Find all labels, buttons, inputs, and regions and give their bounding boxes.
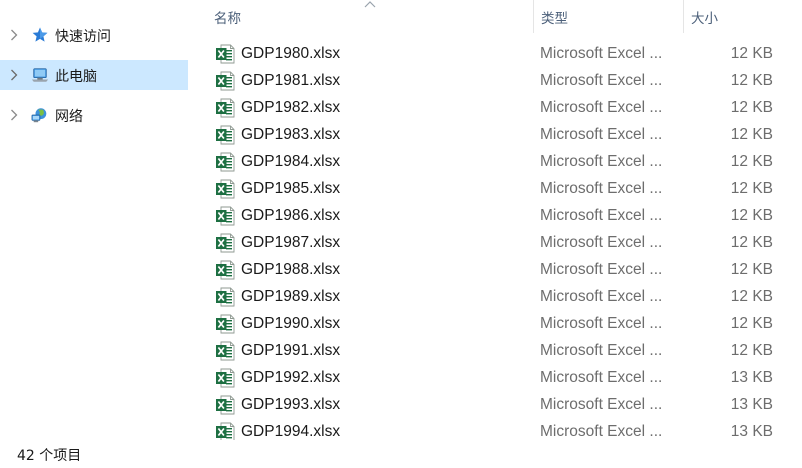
- chevron-right-icon[interactable]: [8, 68, 20, 82]
- chevron-right-icon[interactable]: [8, 108, 20, 122]
- file-type: Microsoft Excel ...: [540, 45, 663, 62]
- excel-file-icon: [216, 179, 235, 199]
- item-count: 42 个项目: [17, 448, 82, 464]
- file-size: 12 KB: [730, 315, 773, 332]
- file-name: GDP1983.xlsx: [241, 126, 341, 143]
- file-size: 12 KB: [730, 99, 773, 116]
- column-header-label: 大小: [691, 10, 718, 27]
- file-row[interactable]: GDP1986.xlsx Microsoft Excel ... 12 KB: [190, 203, 790, 230]
- file-name: GDP1982.xlsx: [241, 99, 341, 116]
- file-type: Microsoft Excel ...: [540, 315, 663, 332]
- file-name: GDP1990.xlsx: [241, 315, 341, 332]
- file-name: GDP1989.xlsx: [241, 288, 341, 305]
- file-name: GDP1988.xlsx: [241, 261, 341, 278]
- chevron-right-icon[interactable]: [8, 28, 20, 42]
- file-row[interactable]: GDP1980.xlsx Microsoft Excel ... 12 KB: [190, 41, 790, 68]
- column-header-label: 名称: [214, 10, 241, 27]
- file-size: 13 KB: [730, 423, 773, 440]
- file-size: 12 KB: [730, 153, 773, 170]
- file-name: GDP1980.xlsx: [241, 45, 341, 62]
- file-type: Microsoft Excel ...: [540, 99, 663, 116]
- file-size: 12 KB: [730, 45, 773, 62]
- file-size: 13 KB: [730, 369, 773, 386]
- file-name: GDP1993.xlsx: [241, 396, 341, 413]
- file-row[interactable]: GDP1990.xlsx Microsoft Excel ... 12 KB: [190, 311, 790, 338]
- excel-file-icon: [216, 422, 235, 440]
- file-row[interactable]: GDP1982.xlsx Microsoft Excel ... 12 KB: [190, 95, 790, 122]
- file-row[interactable]: GDP1983.xlsx Microsoft Excel ... 12 KB: [190, 122, 790, 149]
- status-bar: 42 个项目: [0, 440, 802, 468]
- file-row[interactable]: GDP1989.xlsx Microsoft Excel ... 12 KB: [190, 284, 790, 311]
- file-row[interactable]: GDP1991.xlsx Microsoft Excel ... 12 KB: [190, 338, 790, 365]
- file-row[interactable]: GDP1992.xlsx Microsoft Excel ... 13 KB: [190, 365, 790, 392]
- file-size: 12 KB: [730, 342, 773, 359]
- navigation-pane: 快速访问 此电脑 网络: [0, 0, 190, 440]
- file-row[interactable]: GDP1984.xlsx Microsoft Excel ... 12 KB: [190, 149, 790, 176]
- file-type: Microsoft Excel ...: [540, 180, 663, 197]
- file-type: Microsoft Excel ...: [540, 396, 663, 413]
- file-list: 名称 类型 大小 GDP1980.xlsx Microsoft Excel ..…: [190, 0, 802, 440]
- network-icon: [31, 106, 49, 124]
- column-header-type[interactable]: 类型: [533, 0, 683, 33]
- file-row[interactable]: GDP1985.xlsx Microsoft Excel ... 12 KB: [190, 176, 790, 203]
- excel-file-icon: [216, 260, 235, 280]
- file-size: 12 KB: [730, 261, 773, 278]
- file-row[interactable]: GDP1981.xlsx Microsoft Excel ... 12 KB: [190, 68, 790, 95]
- excel-file-icon: [216, 341, 235, 361]
- file-type: Microsoft Excel ...: [540, 423, 663, 440]
- nav-item-quick-access[interactable]: 快速访问: [0, 20, 188, 50]
- file-type: Microsoft Excel ...: [540, 153, 663, 170]
- nav-item-network[interactable]: 网络: [0, 100, 188, 130]
- file-type: Microsoft Excel ...: [540, 261, 663, 278]
- file-name: GDP1991.xlsx: [241, 342, 341, 359]
- excel-file-icon: [216, 125, 235, 145]
- file-type: Microsoft Excel ...: [540, 369, 663, 386]
- file-name: GDP1992.xlsx: [241, 369, 341, 386]
- nav-label: 此电脑: [55, 69, 97, 85]
- excel-file-icon: [216, 233, 235, 253]
- file-size: 12 KB: [730, 234, 773, 251]
- file-row[interactable]: GDP1987.xlsx Microsoft Excel ... 12 KB: [190, 230, 790, 257]
- file-size: 12 KB: [730, 126, 773, 143]
- sort-ascending-icon: [364, 1, 376, 8]
- excel-file-icon: [216, 152, 235, 172]
- excel-file-icon: [216, 368, 235, 388]
- file-name: GDP1984.xlsx: [241, 153, 341, 170]
- column-header-name[interactable]: 名称: [190, 0, 533, 33]
- file-type: Microsoft Excel ...: [540, 207, 663, 224]
- computer-icon: [31, 66, 49, 84]
- excel-file-icon: [216, 98, 235, 118]
- column-header-label: 类型: [541, 10, 568, 27]
- star-icon: [31, 26, 49, 44]
- file-size: 13 KB: [730, 396, 773, 413]
- nav-label: 快速访问: [55, 29, 111, 45]
- excel-file-icon: [216, 395, 235, 415]
- file-size: 12 KB: [730, 207, 773, 224]
- excel-file-icon: [216, 71, 235, 91]
- excel-file-icon: [216, 206, 235, 226]
- file-size: 12 KB: [730, 180, 773, 197]
- file-type: Microsoft Excel ...: [540, 126, 663, 143]
- file-name: GDP1985.xlsx: [241, 180, 341, 197]
- excel-file-icon: [216, 44, 235, 64]
- file-row[interactable]: GDP1988.xlsx Microsoft Excel ... 12 KB: [190, 257, 790, 284]
- file-name: GDP1994.xlsx: [241, 423, 341, 440]
- file-name: GDP1987.xlsx: [241, 234, 341, 251]
- excel-file-icon: [216, 314, 235, 334]
- column-header-size[interactable]: 大小: [683, 0, 802, 33]
- file-name: GDP1986.xlsx: [241, 207, 341, 224]
- nav-label: 网络: [55, 109, 83, 125]
- file-row[interactable]: GDP1993.xlsx Microsoft Excel ... 13 KB: [190, 392, 790, 419]
- file-row[interactable]: GDP1994.xlsx Microsoft Excel ... 13 KB: [190, 419, 790, 440]
- file-size: 12 KB: [730, 288, 773, 305]
- file-name: GDP1981.xlsx: [241, 72, 341, 89]
- file-type: Microsoft Excel ...: [540, 342, 663, 359]
- nav-item-this-pc[interactable]: 此电脑: [0, 60, 188, 90]
- excel-file-icon: [216, 287, 235, 307]
- file-type: Microsoft Excel ...: [540, 234, 663, 251]
- file-size: 12 KB: [730, 72, 773, 89]
- file-type: Microsoft Excel ...: [540, 288, 663, 305]
- file-type: Microsoft Excel ...: [540, 72, 663, 89]
